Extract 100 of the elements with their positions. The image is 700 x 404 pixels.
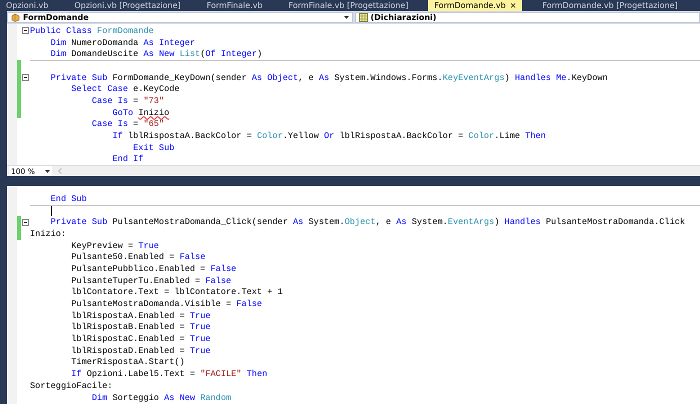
code-text: True: [190, 322, 211, 332]
code-text: As Object: [252, 72, 298, 83]
code-text: "65": [143, 119, 164, 130]
code-text: If: [112, 130, 124, 141]
class-icon: [11, 13, 20, 22]
code-text: "73": [143, 96, 164, 106]
document-tab[interactable]: FormFinale.vb [Progettazione]: [282, 0, 414, 11]
code-text: Handles: [504, 217, 542, 228]
code-text: lblRispostaA.BackColor =: [128, 130, 253, 141]
code-text: False: [210, 264, 236, 274]
code-text: If: [70, 369, 83, 380]
code-text: =: [133, 119, 140, 130]
code-text: ): [256, 49, 262, 60]
code-text: Then: [525, 130, 546, 141]
code-text: System.: [308, 217, 345, 228]
code-text: Or: [324, 130, 336, 141]
code-text: False: [205, 276, 232, 286]
code-text: Public Class: [30, 26, 93, 36]
type-dropdown[interactable]: FormDomande: [7, 12, 352, 23]
code-text: True: [138, 240, 159, 251]
code-text: KeyEventArgs: [442, 72, 505, 83]
collapse-icon[interactable]: [22, 218, 29, 226]
code-text: =: [133, 96, 140, 106]
code-text: Color: [468, 130, 494, 141]
code-text: System.Windows.Forms.: [334, 72, 443, 83]
code-text: End Sub: [50, 194, 87, 204]
code-text: , e: [376, 217, 392, 228]
code-text: EventArgs: [448, 217, 494, 228]
code-text: PulsanteMostraDomanda_Click(sender: [112, 217, 289, 228]
code-text: ): [504, 72, 511, 83]
code-text: "FACILE": [200, 369, 242, 380]
code-text: NumeroDomanda: [71, 38, 140, 48]
code-text: System.: [412, 217, 448, 228]
document-tab[interactable]: Opzioni.vb [Progettazione]: [68, 0, 187, 11]
code-text: As New: [143, 49, 176, 60]
collapse-icon[interactable]: [22, 74, 29, 82]
code-text: As: [396, 217, 408, 228]
code-text: lblRispostaC.Enabled =: [70, 334, 186, 344]
code-text: .Yellow: [282, 130, 320, 141]
code-text: Dim: [90, 392, 108, 403]
code-text: As New: [164, 392, 196, 403]
code-text: (: [200, 49, 206, 60]
document-tab[interactable]: FormDomande.vb ×: [428, 0, 522, 11]
code-text: lblRispostaB.Enabled =: [70, 322, 186, 332]
code-text: SorteggioFacile:: [30, 380, 113, 391]
code-text: Select Case: [70, 84, 129, 94]
code-text: DomandeUscite: [71, 49, 140, 60]
code-text: lblRispostaD.Enabled =: [70, 346, 186, 356]
code-text: As: [318, 72, 330, 83]
code-text: FormDomande_KeyDown(sender: [112, 72, 248, 83]
code-text: FormDomande: [97, 26, 154, 36]
code-text: .KeyDown: [566, 72, 608, 83]
code-text: Inizio:: [30, 228, 66, 239]
member-dropdown[interactable]: (Dichiarazioni): [354, 12, 700, 23]
code-text: Opzioni.Label5.Text =: [86, 369, 196, 380]
code-text: Dim: [50, 38, 68, 48]
code-text: ): [494, 217, 500, 228]
code-text: lblRispostaA.Enabled =: [70, 310, 186, 321]
code-text: List: [180, 49, 200, 60]
code-text: Then: [246, 369, 268, 380]
code-text: Object: [344, 217, 376, 228]
code-text: , e: [298, 72, 315, 83]
code-text: Random: [200, 392, 232, 403]
code-text: lblRispostaA.BackColor =: [339, 130, 464, 141]
code-text: Case Is: [90, 119, 129, 130]
table-icon: [358, 13, 368, 22]
document-tab[interactable]: FormDomande.vb [Progettazione]: [536, 0, 684, 11]
code-text: GoTo: [112, 108, 134, 118]
code-text: False: [236, 299, 262, 310]
code-text: As Integer: [143, 38, 196, 48]
code-text: PulsanteMostraDomanda.Visible =: [70, 299, 232, 310]
code-text: KeyPreview =: [70, 240, 134, 251]
code-text: True: [190, 346, 211, 356]
code-text: Sorteggio: [112, 392, 160, 403]
dropdown-caret-icon: [44, 170, 50, 172]
code-text: TimerRispostaA.Start(): [70, 357, 185, 368]
code-text: PulsanteMostraDomanda.Click: [546, 217, 686, 228]
close-icon[interactable]: ×: [510, 2, 516, 10]
code-text: False: [180, 252, 206, 262]
error-underlined-code: Inizio: [138, 108, 170, 118]
code-text: lblContatore.Text = lblContatore.Text + 1: [70, 287, 283, 298]
code-text: e.KeyCode: [133, 84, 180, 94]
document-tab[interactable]: FormFinale.vb: [200, 0, 269, 11]
code-text: Of Integer: [205, 49, 257, 60]
code-text: Case Is: [90, 96, 129, 106]
code-text: .Lime: [494, 130, 522, 141]
code-text: Private Sub: [50, 72, 108, 83]
code-text: PulsanteTuperTu.Enabled =: [70, 276, 202, 286]
code-text: Color: [256, 130, 283, 141]
code-text: PulsantePubblico.Enabled =: [70, 264, 206, 274]
code-text: Private Sub: [50, 217, 108, 228]
code-text: As: [293, 217, 304, 228]
collapse-icon[interactable]: [22, 27, 29, 34]
code-text: True: [190, 334, 211, 344]
code-text: Exit Sub: [132, 142, 174, 153]
code-text: Dim: [50, 49, 68, 60]
code-text: Pulsante50.Enabled =: [70, 252, 176, 262]
dropdown-caret-icon: [344, 16, 348, 19]
document-tab[interactable]: Opzioni.vb: [0, 0, 54, 11]
code-text: True: [190, 310, 211, 321]
